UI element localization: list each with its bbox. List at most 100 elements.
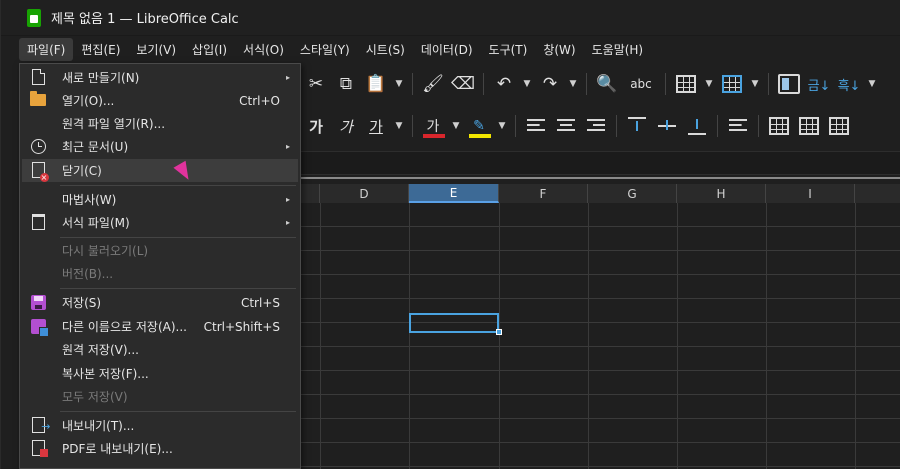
menu-item-label: 버전(B)... <box>62 267 114 281</box>
row-dropdown-icon[interactable]: ▼ <box>701 70 717 98</box>
sort-ascending-icon[interactable]: 금↓ <box>804 70 834 98</box>
menu-item-open[interactable]: 열기(O)... Ctrl+O <box>22 89 298 112</box>
column-dropdown-icon[interactable]: ▼ <box>747 70 763 98</box>
menu-item-save-as[interactable]: 다른 이름으로 저장(A)... Ctrl+Shift+S <box>22 315 298 338</box>
paste-icon[interactable]: 📋 <box>361 70 391 98</box>
align-left-icon <box>527 118 545 134</box>
wrap-text-button[interactable] <box>723 112 753 140</box>
menu-item-export[interactable]: 내보내기(T)... <box>22 414 298 437</box>
align-center-button[interactable] <box>551 112 581 140</box>
row-icon[interactable] <box>671 70 701 98</box>
menu-item-save-copy[interactable]: 복사본 저장(F)... <box>22 362 298 385</box>
menu-item-label: 원격 파일 열기(R)... <box>62 117 166 131</box>
undo-icon[interactable]: ↶ <box>489 70 519 98</box>
highlight-color-button[interactable]: ✎ <box>464 112 494 140</box>
menu-tools[interactable]: 도구(T) <box>481 38 536 61</box>
merge-cells-button[interactable] <box>764 112 794 140</box>
menu-item-label: 최근 문서(U) <box>62 140 129 154</box>
menu-data[interactable]: 데이터(D) <box>413 38 481 61</box>
menu-help[interactable]: 도움말(H) <box>584 38 652 61</box>
merge-center-icon <box>799 117 819 135</box>
menu-file[interactable]: 파일(F) <box>19 38 74 61</box>
align-middle-button[interactable] <box>652 112 682 140</box>
underline-button[interactable]: 가 <box>361 112 391 140</box>
save-icon <box>30 293 46 311</box>
menu-styles[interactable]: 스타일(Y) <box>292 38 358 61</box>
column-header-i[interactable]: I <box>766 184 855 203</box>
align-bottom-icon <box>688 117 706 135</box>
copy-icon[interactable]: ⧉ <box>331 70 361 98</box>
column-header-g[interactable]: G <box>588 184 677 203</box>
menu-view[interactable]: 보기(V) <box>128 38 184 61</box>
menu-item-recent[interactable]: 최근 문서(U) ▸ <box>22 135 298 158</box>
column-icon[interactable] <box>717 70 747 98</box>
column-header-d[interactable]: D <box>320 184 409 203</box>
italic-button[interactable]: 가 <box>331 112 361 140</box>
autofill-handle[interactable] <box>496 329 502 335</box>
menu-insert[interactable]: 삽입(I) <box>184 38 235 61</box>
underline-dropdown-icon[interactable]: ▼ <box>391 112 407 140</box>
menu-item-save-remote[interactable]: 원격 저장(V)... <box>22 338 298 361</box>
font-color-button[interactable]: 가 <box>418 112 448 140</box>
menu-item-save-all: 모두 저장(V) <box>22 385 298 408</box>
find-replace-icon[interactable]: 🔍 <box>592 70 622 98</box>
italic-glyph: 가 <box>339 117 353 136</box>
menu-item-new[interactable]: 새로 만들기(N) ▸ <box>22 66 298 89</box>
autofilter-icon[interactable]: ▼ <box>864 70 880 98</box>
menu-item-export-pdf[interactable]: PDF로 내보내기(E)... <box>22 437 298 460</box>
menu-edit[interactable]: 편집(E) <box>73 38 128 61</box>
title-bar: 제목 없음 1 — LibreOffice Calc <box>1 0 900 36</box>
merge-center-button[interactable] <box>794 112 824 140</box>
font-color-dropdown-icon[interactable]: ▼ <box>448 112 464 140</box>
menu-item-wizards[interactable]: 마법사(W) ▸ <box>22 188 298 211</box>
unmerge-cells-button[interactable] <box>824 112 854 140</box>
sort-ascending-glyph: 금↓ <box>807 78 831 94</box>
export-icon <box>30 416 51 434</box>
align-top-button[interactable] <box>622 112 652 140</box>
clear-formatting-icon[interactable]: ⌫ <box>448 70 478 98</box>
menu-item-open-remote[interactable]: 원격 파일 열기(R)... <box>22 112 298 135</box>
menu-item-templates[interactable]: 서식 파일(M) ▸ <box>22 211 298 234</box>
grid-col-line <box>855 203 856 469</box>
menu-format[interactable]: 서식(O) <box>235 38 292 61</box>
redo-icon[interactable]: ↷ <box>535 70 565 98</box>
formula-input[interactable] <box>301 151 900 175</box>
merge-cells-icon <box>769 117 789 135</box>
column-header-j-partial[interactable] <box>855 184 900 203</box>
clone-formatting-icon[interactable]: 🖌 <box>418 70 448 98</box>
file-menu-dropdown: 새로 만들기(N) ▸ 열기(O)... Ctrl+O 원격 파일 열기(R).… <box>19 63 301 469</box>
spellcheck-icon[interactable]: abc <box>622 70 660 98</box>
column-grid-icon <box>722 75 742 93</box>
sort-descending-icon[interactable]: 흑↓ <box>834 70 864 98</box>
column-header-partial[interactable] <box>301 184 320 203</box>
align-right-button[interactable] <box>581 112 611 140</box>
freeze-icon[interactable] <box>774 70 804 98</box>
menu-item-close[interactable]: 닫기(C) <box>22 159 298 182</box>
active-cell-cursor[interactable] <box>409 313 499 333</box>
formatting-toolbar: 가 가 가 ▼ 가 ▼ ✎ ▼ <box>301 108 900 144</box>
spreadsheet-grid[interactable]: D E F G H I <box>301 184 900 469</box>
font-color-glyph: 가 <box>426 119 440 135</box>
bold-button[interactable]: 가 <box>301 112 331 140</box>
column-header-f[interactable]: F <box>499 184 588 203</box>
menu-item-label: 다른 이름으로 저장(A)... <box>62 320 187 334</box>
template-icon <box>30 213 46 231</box>
row-grid-icon <box>676 75 696 93</box>
grid-col-line <box>499 203 500 469</box>
menu-item-save[interactable]: 저장(S) Ctrl+S <box>22 291 298 314</box>
align-bottom-button[interactable] <box>682 112 712 140</box>
column-header-e[interactable]: E <box>409 184 499 203</box>
cut-icon[interactable]: ✂ <box>301 70 331 98</box>
paste-dropdown-icon[interactable]: ▼ <box>391 70 407 98</box>
column-header-h[interactable]: H <box>677 184 766 203</box>
menu-sheet[interactable]: 시트(S) <box>358 38 413 61</box>
redo-dropdown-icon[interactable]: ▼ <box>565 70 581 98</box>
undo-dropdown-icon[interactable]: ▼ <box>519 70 535 98</box>
menu-item-label: PDF로 내보내기(E)... <box>62 442 173 456</box>
highlight-dropdown-icon[interactable]: ▼ <box>494 112 510 140</box>
menu-window[interactable]: 창(W) <box>535 38 583 61</box>
menu-item-label: 모두 저장(V) <box>62 390 128 404</box>
grid-col-line <box>409 203 410 469</box>
grid-col-line <box>320 203 321 469</box>
align-left-button[interactable] <box>521 112 551 140</box>
